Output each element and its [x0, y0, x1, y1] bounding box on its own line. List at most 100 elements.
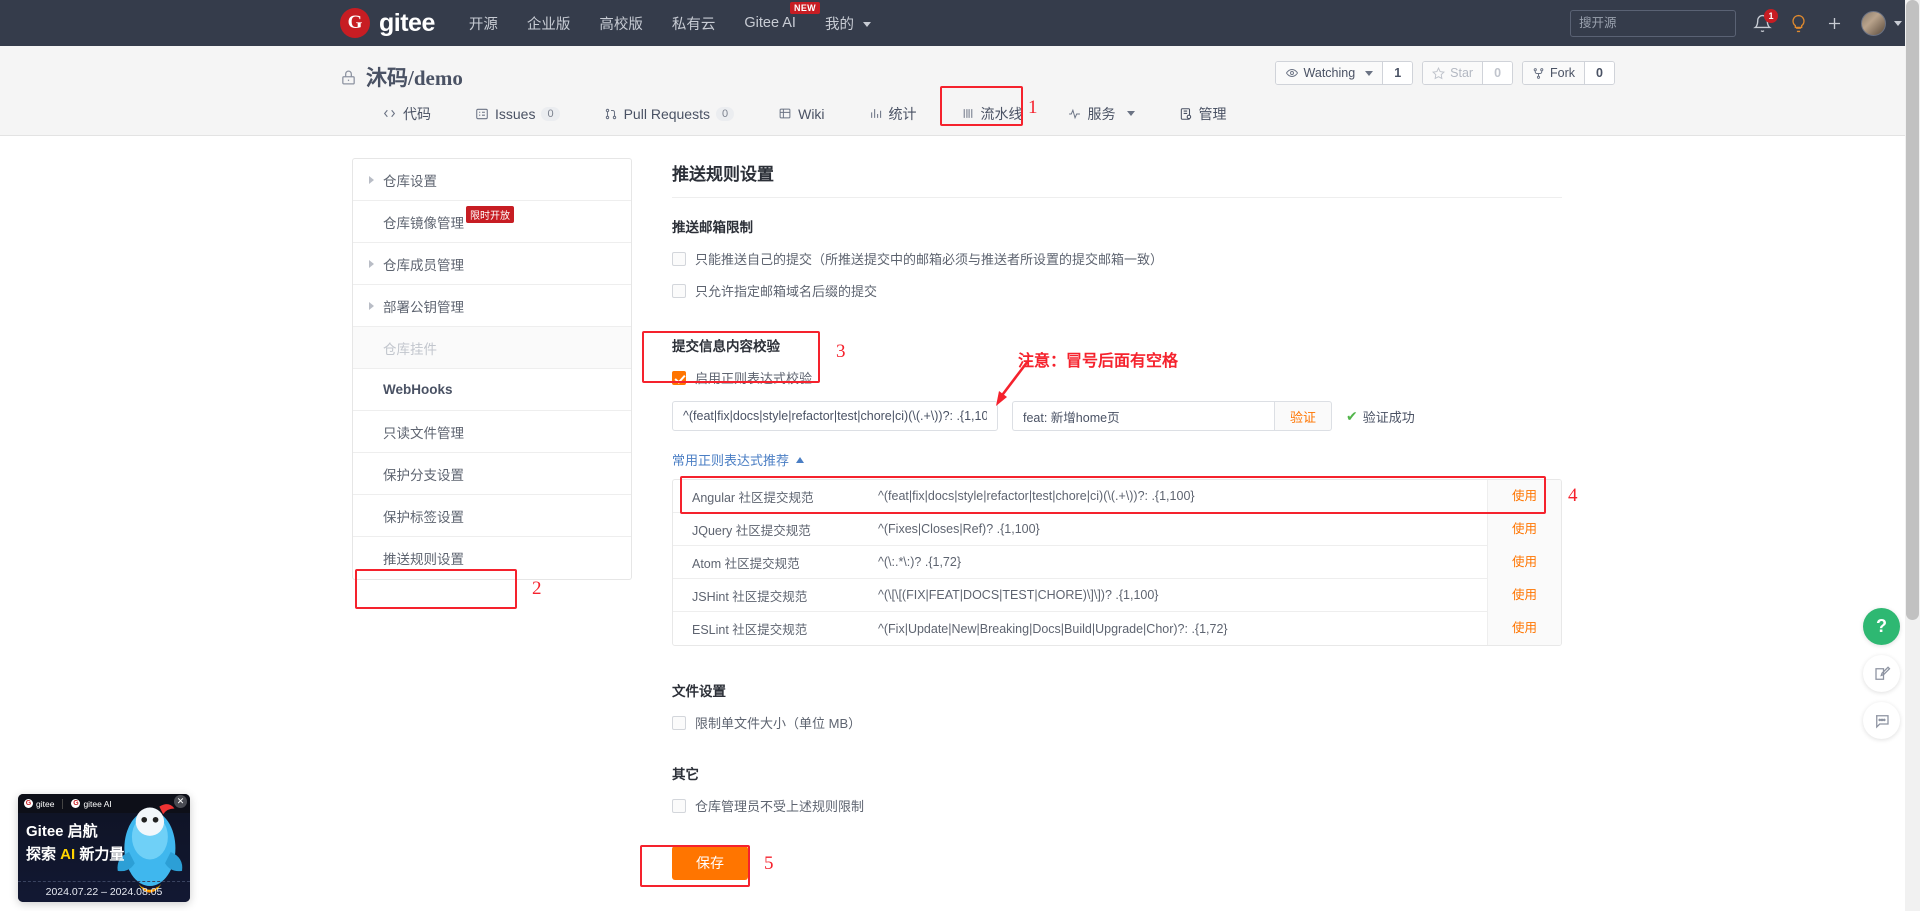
promo-brand-gitee-label: gitee — [36, 798, 55, 809]
promo-brand-gitee: G gitee — [24, 799, 54, 809]
tab-service[interactable]: 服务 — [1045, 92, 1157, 136]
nav-link-opensource[interactable]: 开源 — [469, 13, 498, 34]
code-icon — [383, 109, 396, 118]
table-row[interactable]: ESLint 社区提交规范 ^(Fix|Update|New|Breaking|… — [673, 612, 1561, 645]
rec-use-button[interactable]: 使用 — [1487, 612, 1561, 645]
close-icon[interactable]: ✕ — [174, 795, 187, 808]
nav-link-mine[interactable]: 我的 — [825, 13, 871, 34]
email-restriction-title: 推送邮箱限制 — [672, 220, 753, 235]
promo-line-2-pre: 探索 — [26, 846, 61, 863]
fork-button-group[interactable]: Fork 0 — [1522, 61, 1615, 85]
tab-issues[interactable]: Issues 0 — [453, 92, 582, 136]
tab-statistics[interactable]: 统计 — [847, 92, 939, 136]
wiki-icon — [779, 108, 791, 119]
page-root: G gitee 开源 企业版 高校版 私有云 Gitee AI NEW 我的 搜… — [0, 0, 1920, 911]
nav-link-gitee-ai[interactable]: Gitee AI NEW — [744, 2, 820, 31]
rec-use-button[interactable]: 使用 — [1487, 578, 1561, 612]
divider — [62, 798, 64, 809]
admin-exempt-label: 仓库管理员不受上述规则限制 — [695, 799, 865, 814]
table-row[interactable]: Atom 社区提交规范 ^(\:.*\:)? .{1,72} 使用 — [673, 545, 1561, 579]
help-button[interactable]: ? — [1863, 608, 1900, 645]
question-icon: ? — [1876, 616, 1887, 636]
email-option-own-commits[interactable]: 只能推送自己的提交（所推送提交中的邮箱必须与推送者所设置的提交邮箱一致） — [672, 249, 1562, 268]
star-button[interactable]: Star — [1423, 62, 1483, 84]
table-row[interactable]: Angular 社区提交规范 ^(feat|fix|docs|style|ref… — [673, 480, 1561, 513]
sample-message-input[interactable] — [1012, 401, 1274, 431]
watch-button[interactable]: Watching — [1275, 62, 1383, 84]
page-scrollbar-thumb[interactable] — [1906, 0, 1919, 620]
gitee-mark-icon: G — [24, 799, 33, 808]
rec-use-button[interactable]: 使用 — [1487, 512, 1561, 546]
repository-title-row: 沐码/demo — [340, 62, 1920, 92]
nav-link-privatecloud[interactable]: 私有云 — [672, 13, 716, 34]
tips-lightbulb-button[interactable] — [1789, 14, 1808, 33]
user-menu[interactable] — [1861, 10, 1902, 36]
email-option-own-commits-label: 只能推送自己的提交（所推送提交中的邮箱必须与推送者所设置的提交邮箱一致） — [695, 252, 1164, 267]
nav-link-enterprise[interactable]: 企业版 — [527, 13, 571, 34]
sidebar-item-protected-tags[interactable]: 保护标签设置 — [353, 495, 631, 537]
sidebar-item-protected-branches[interactable]: 保护分支设置 — [353, 453, 631, 495]
sidebar-item-readonly-files[interactable]: 只读文件管理 — [353, 411, 631, 453]
file-size-limit-label: 限制单文件大小（单位 MB） — [695, 716, 862, 731]
sidebar-item-label: 保护分支设置 — [383, 467, 464, 483]
feedback-edit-button[interactable] — [1863, 655, 1900, 692]
checkbox[interactable] — [672, 283, 686, 298]
tab-issues-count: 0 — [541, 106, 560, 121]
tab-issues-label: Issues — [495, 105, 536, 122]
annotation-number-2: 2 — [532, 578, 542, 599]
rec-use-button[interactable]: 使用 — [1487, 545, 1561, 579]
chat-feedback-button[interactable] — [1863, 702, 1900, 739]
checkbox[interactable] — [672, 715, 686, 730]
tab-code[interactable]: 代码 — [360, 92, 453, 136]
rec-pattern: ^(Fix|Update|New|Breaking|Docs|Build|Upg… — [878, 621, 1228, 636]
annotation-number-1: 1 — [1028, 97, 1038, 118]
gitee-logo[interactable]: G gitee — [340, 8, 435, 38]
sidebar-item-push-rules[interactable]: 推送规则设置 — [353, 537, 631, 579]
save-button[interactable]: 保存 — [672, 846, 748, 880]
stats-icon — [870, 109, 881, 118]
tab-pull-requests[interactable]: Pull Requests 0 — [582, 92, 757, 136]
repository-tabs: 代码 Issues 0 Pull Requests 0 Wiki 统计 流水线 … — [0, 92, 1920, 136]
sidebar-item-mirror[interactable]: 仓库镜像管理 限时开放 — [353, 201, 631, 243]
fork-button[interactable]: Fork — [1523, 62, 1585, 84]
check-icon: ✔ — [1346, 407, 1358, 424]
checkbox[interactable] — [672, 798, 686, 813]
verify-button[interactable]: 验证 — [1274, 401, 1333, 431]
verify-result-label: 验证成功 — [1362, 409, 1415, 425]
tab-manage[interactable]: 管理 — [1157, 92, 1249, 136]
pipeline-icon — [963, 109, 972, 118]
annotation-number-3: 3 — [836, 341, 846, 362]
table-row[interactable]: JQuery 社区提交规范 ^(Fixes|Closes|Ref)? .{1,1… — [673, 512, 1561, 546]
promo-banner[interactable]: ✕ G gitee G gitee AI Gitee 启航 探索 AI 新力量 … — [18, 794, 190, 902]
admin-exempt-row[interactable]: 仓库管理员不受上述规则限制 — [672, 796, 1562, 815]
watch-button-group[interactable]: Watching 1 — [1274, 61, 1414, 85]
checkbox[interactable] — [672, 251, 686, 266]
tab-manage-label: 管理 — [1198, 105, 1227, 122]
create-new-button[interactable] — [1825, 14, 1844, 33]
sidebar-item-label: WebHooks — [383, 382, 453, 397]
rec-use-button[interactable]: 使用 — [1487, 480, 1561, 513]
sidebar-item-deploy-keys[interactable]: 部署公钥管理 — [353, 285, 631, 327]
email-option-domain-suffix[interactable]: 只允许指定邮箱域名后缀的提交 — [672, 281, 1562, 300]
search-input[interactable] — [1570, 9, 1736, 37]
promo-date-range: 2024.07.22 – 2024.08.05 — [18, 881, 190, 898]
recommend-toggle[interactable]: 常用正则表达式推荐 — [672, 450, 1562, 469]
checkbox[interactable] — [672, 370, 686, 385]
sidebar-item-members[interactable]: 仓库成员管理 — [353, 243, 631, 285]
nav-link-education[interactable]: 高校版 — [599, 13, 643, 34]
new-badge: NEW — [790, 2, 820, 14]
tab-wiki[interactable]: Wiki — [756, 92, 846, 136]
star-button-group[interactable]: Star 0 — [1422, 61, 1514, 85]
table-row[interactable]: JSHint 社区提交规范 ^(\[\[(FIX|FEAT|DOCS|TEST|… — [673, 578, 1561, 612]
regex-input[interactable] — [672, 401, 998, 431]
page-scrollbar-track[interactable] — [1905, 0, 1920, 911]
fork-count: 0 — [1584, 62, 1614, 84]
chevron-down-icon — [1894, 20, 1902, 26]
file-size-limit-row[interactable]: 限制单文件大小（单位 MB） — [672, 713, 1562, 732]
notifications-button[interactable]: 1 — [1753, 8, 1778, 33]
edit-note-icon — [1874, 665, 1890, 680]
sidebar-item-label: 仓库设置 — [383, 173, 437, 189]
sidebar-item-webhooks[interactable]: WebHooks — [353, 369, 631, 411]
promo-line-2: 探索 AI 新力量 — [26, 843, 124, 864]
sidebar-item-repo-settings[interactable]: 仓库设置 — [353, 159, 631, 201]
